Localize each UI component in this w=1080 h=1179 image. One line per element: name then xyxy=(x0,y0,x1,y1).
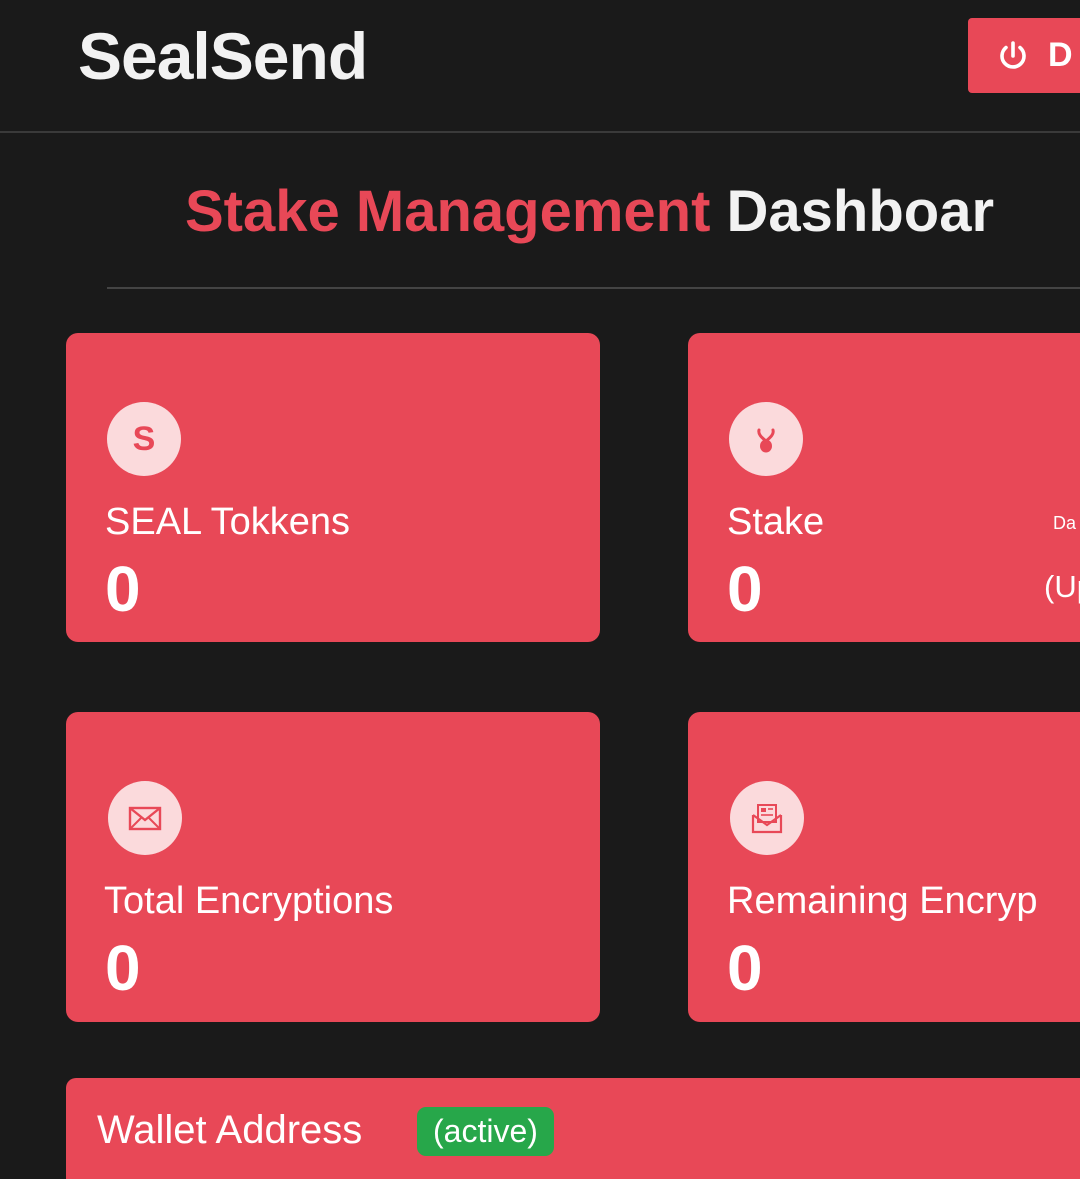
stake-card: Stake 0 Da (Up xyxy=(688,333,1080,642)
dollar-s-icon: S xyxy=(107,402,181,476)
stake-label: Stake xyxy=(727,501,825,543)
total-encryptions-label: Total Encryptions xyxy=(104,880,394,922)
seed-sprout-icon xyxy=(729,402,803,476)
total-encryptions-value: 0 xyxy=(105,932,141,1004)
top-header: SealSend D xyxy=(0,0,1080,133)
page-title: Stake Management Dashboar xyxy=(185,178,994,245)
brand-logo-text[interactable]: SealSend xyxy=(78,18,368,94)
title-divider xyxy=(107,287,1080,289)
envelope-icon xyxy=(108,781,182,855)
power-icon xyxy=(996,39,1030,73)
disconnect-button-label: D xyxy=(1048,36,1073,74)
remaining-encryptions-label: Remaining Encryp xyxy=(727,880,1038,922)
svg-text:S: S xyxy=(133,420,156,458)
wallet-status-badge: (active) xyxy=(417,1107,554,1156)
page: SealSend D Stake Management Dashboar S S… xyxy=(0,0,1080,1179)
seal-tokens-label: SEAL Tokkens xyxy=(105,501,351,543)
page-title-accent: Stake Management xyxy=(185,179,711,244)
stake-update-text: (Up xyxy=(1044,569,1080,604)
page-title-main: Dashboar xyxy=(726,179,995,244)
total-encryptions-card: Total Encryptions 0 xyxy=(66,712,600,1022)
stake-value: 0 xyxy=(727,553,763,625)
seal-tokens-card: S SEAL Tokkens 0 xyxy=(66,333,600,642)
disconnect-button[interactable]: D xyxy=(968,18,1080,93)
wallet-address-label: Wallet Address xyxy=(97,1108,363,1152)
remaining-encryptions-value: 0 xyxy=(727,932,763,1004)
wallet-address-panel: Wallet Address (active) xyxy=(66,1078,1080,1179)
seal-tokens-value: 0 xyxy=(105,553,141,625)
open-letter-icon xyxy=(730,781,804,855)
stake-days-label: Da xyxy=(1053,513,1077,533)
remaining-encryptions-card: Remaining Encryp 0 xyxy=(688,712,1080,1022)
